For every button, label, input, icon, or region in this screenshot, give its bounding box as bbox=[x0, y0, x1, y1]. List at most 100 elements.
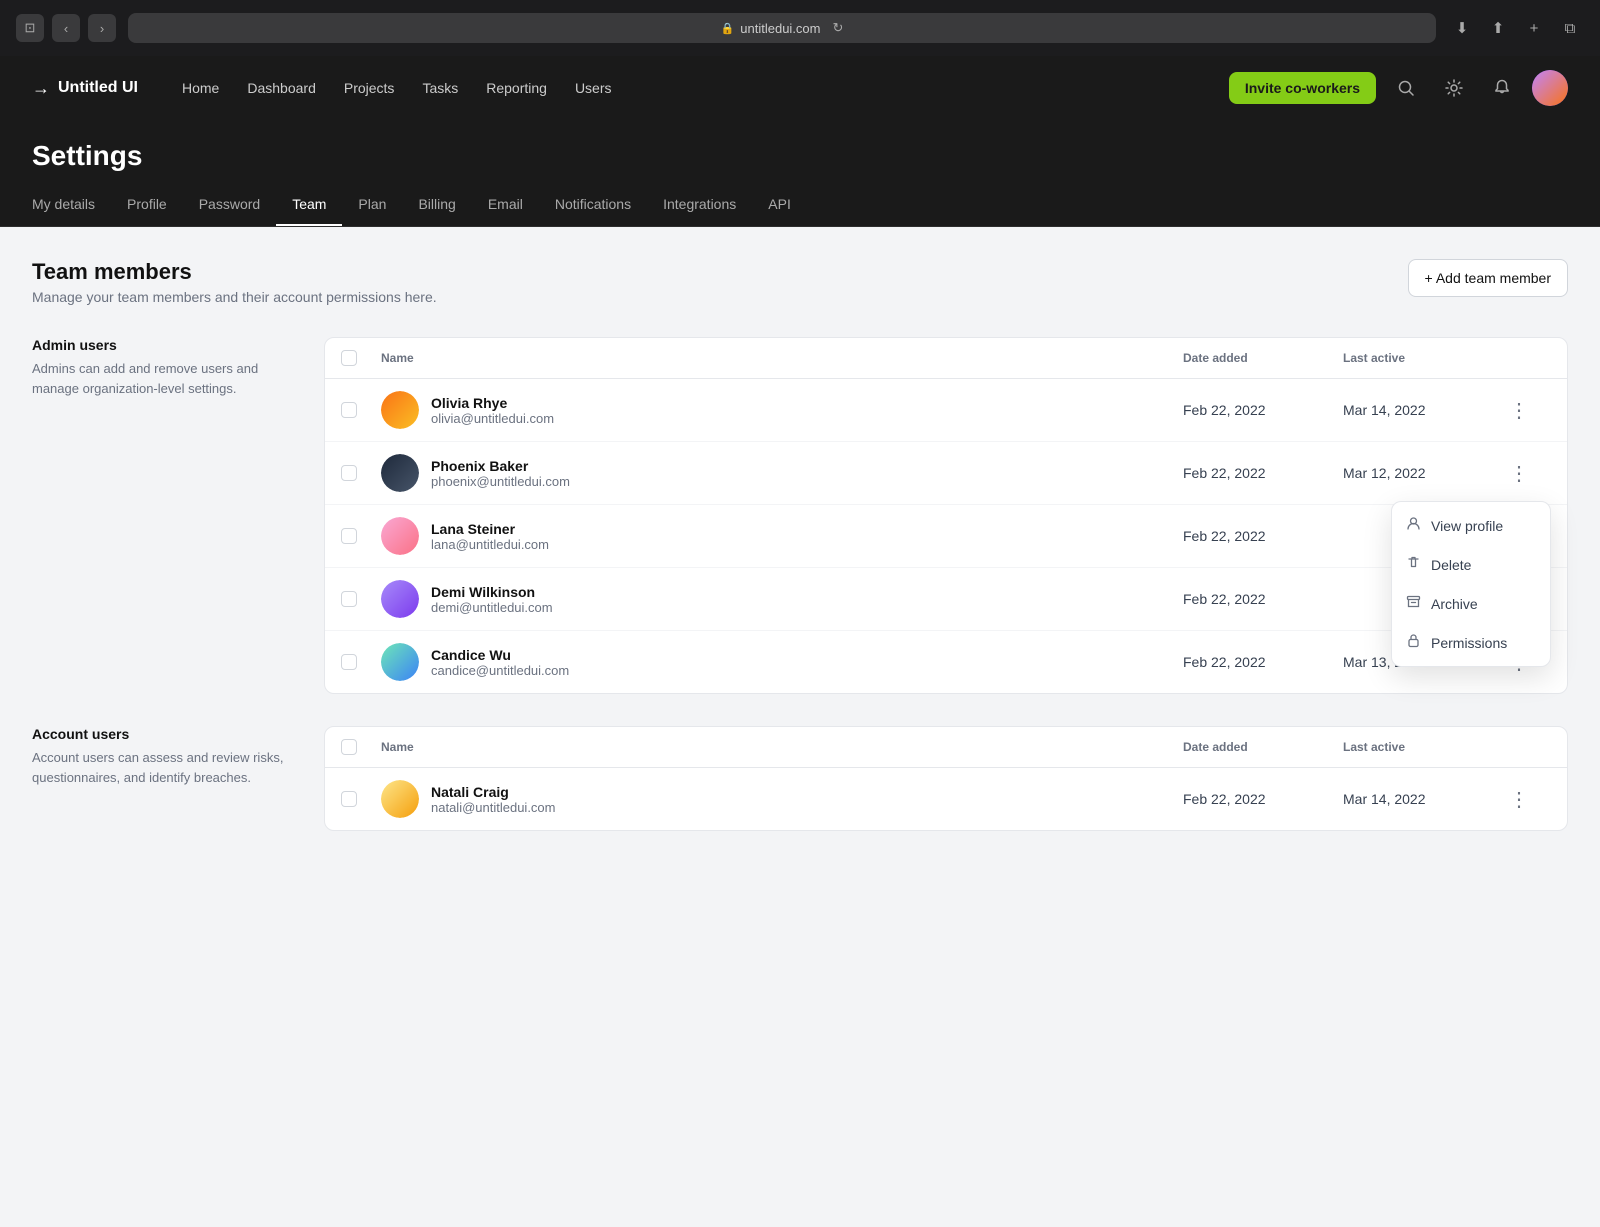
header-checkbox-cell bbox=[341, 350, 381, 366]
settings-nav: My details Profile Password Team Plan Bi… bbox=[32, 184, 1568, 226]
tab-password[interactable]: Password bbox=[183, 184, 276, 226]
invite-coworkers-btn[interactable]: Invite co-workers bbox=[1229, 72, 1376, 104]
avatar[interactable] bbox=[1532, 70, 1568, 106]
nav-reporting[interactable]: Reporting bbox=[474, 72, 559, 104]
date-added-olivia: Feb 22, 2022 bbox=[1183, 402, 1343, 418]
share-btn[interactable]: ⬆ bbox=[1484, 14, 1512, 42]
member-info-lana: Lana Steiner lana@untitledui.com bbox=[381, 517, 1183, 555]
back-btn[interactable]: ‹ bbox=[52, 14, 80, 42]
dropdown-permissions[interactable]: Permissions bbox=[1392, 623, 1550, 662]
nav-dashboard[interactable]: Dashboard bbox=[235, 72, 328, 104]
app-logo[interactable]: → Untitled UI bbox=[32, 78, 138, 99]
last-active-olivia: Mar 14, 2022 bbox=[1343, 402, 1503, 418]
member-email-phoenix: phoenix@untitledui.com bbox=[431, 474, 570, 489]
member-email-demi: demi@untitledui.com bbox=[431, 600, 553, 615]
app-header: → Untitled UI Home Dashboard Projects Ta… bbox=[0, 56, 1600, 120]
admin-table-header: Name Date added Last active bbox=[325, 338, 1567, 379]
row-checkbox-natali[interactable] bbox=[341, 791, 357, 807]
download-btn[interactable]: ⬇ bbox=[1448, 14, 1476, 42]
row-checkbox-lana[interactable] bbox=[341, 528, 357, 544]
member-info-olivia: Olivia Rhye olivia@untitledui.com bbox=[381, 391, 1183, 429]
tab-profile[interactable]: Profile bbox=[111, 184, 183, 226]
logo-arrow-icon: → bbox=[32, 78, 50, 99]
dropdown-archive[interactable]: Archive bbox=[1392, 584, 1550, 623]
more-btn-phoenix[interactable]: ⋮ bbox=[1503, 457, 1535, 489]
row-checkbox-demi[interactable] bbox=[341, 591, 357, 607]
account-label: Account users bbox=[32, 726, 292, 742]
row-checkbox-candice[interactable] bbox=[341, 654, 357, 670]
gear-icon bbox=[1445, 79, 1463, 97]
add-team-member-btn[interactable]: + Add team member bbox=[1408, 259, 1568, 297]
admin-label: Admin users bbox=[32, 337, 292, 353]
table-row: Olivia Rhye olivia@untitledui.com Feb 22… bbox=[325, 379, 1567, 442]
account-table-header: Name Date added Last active bbox=[325, 727, 1567, 768]
dropdown-delete[interactable]: Delete bbox=[1392, 545, 1550, 584]
member-name-phoenix: Phoenix Baker bbox=[431, 458, 570, 474]
admin-table: Name Date added Last active Olivia Rhye … bbox=[324, 337, 1568, 694]
bell-icon bbox=[1493, 79, 1511, 97]
person-icon bbox=[1406, 516, 1421, 535]
search-icon bbox=[1397, 79, 1415, 97]
tab-notifications[interactable]: Notifications bbox=[539, 184, 647, 226]
lock-icon bbox=[1406, 633, 1421, 652]
tab-billing[interactable]: Billing bbox=[402, 184, 471, 226]
settings-title: Settings bbox=[32, 120, 1568, 184]
admin-section: Admin users Admins can add and remove us… bbox=[32, 337, 1568, 694]
sidebar-toggle-btn[interactable]: ⊡ bbox=[16, 14, 44, 42]
more-btn-natali[interactable]: ⋮ bbox=[1503, 783, 1535, 815]
table-row: Phoenix Baker phoenix@untitledui.com Feb… bbox=[325, 442, 1567, 505]
app-nav: Home Dashboard Projects Tasks Reporting … bbox=[170, 72, 1229, 104]
date-added-phoenix: Feb 22, 2022 bbox=[1183, 465, 1343, 481]
header-actions: Invite co-workers bbox=[1229, 70, 1568, 106]
tab-email[interactable]: Email bbox=[472, 184, 539, 226]
new-tab-btn[interactable]: + bbox=[1520, 14, 1548, 42]
member-email-natali: natali@untitledui.com bbox=[431, 800, 555, 815]
tab-plan[interactable]: Plan bbox=[342, 184, 402, 226]
col-name: Name bbox=[381, 351, 1183, 365]
tab-integrations[interactable]: Integrations bbox=[647, 184, 752, 226]
col-name-2: Name bbox=[381, 740, 1183, 754]
row-checkbox-olivia[interactable] bbox=[341, 402, 357, 418]
table-row: Candice Wu candice@untitledui.com Feb 22… bbox=[325, 631, 1567, 693]
main-content: Team members Manage your team members an… bbox=[0, 227, 1600, 1227]
nav-projects[interactable]: Projects bbox=[332, 72, 407, 104]
tabs-btn[interactable]: ⧉ bbox=[1556, 14, 1584, 42]
member-info-phoenix: Phoenix Baker phoenix@untitledui.com bbox=[381, 454, 1183, 492]
avatar-image bbox=[1532, 70, 1568, 106]
reload-btn[interactable]: ↻ bbox=[833, 20, 844, 36]
table-row: Natali Craig natali@untitledui.com Feb 2… bbox=[325, 768, 1567, 830]
lock-icon: 🔒 bbox=[721, 22, 735, 35]
account-section: Account users Account users can assess a… bbox=[32, 726, 1568, 831]
nav-home[interactable]: Home bbox=[170, 72, 231, 104]
tab-team[interactable]: Team bbox=[276, 184, 342, 226]
select-all-checkbox[interactable] bbox=[341, 350, 357, 366]
nav-users[interactable]: Users bbox=[563, 72, 624, 104]
date-added-lana: Feb 22, 2022 bbox=[1183, 528, 1343, 544]
avatar-phoenix bbox=[381, 454, 419, 492]
member-info-demi: Demi Wilkinson demi@untitledui.com bbox=[381, 580, 1183, 618]
account-table: Name Date added Last active Natali Craig… bbox=[324, 726, 1568, 831]
account-section-info: Account users Account users can assess a… bbox=[32, 726, 292, 831]
account-desc: Account users can assess and review risk… bbox=[32, 748, 292, 787]
date-added-natali: Feb 22, 2022 bbox=[1183, 791, 1343, 807]
member-email-candice: candice@untitledui.com bbox=[431, 663, 569, 678]
col-last-active-2: Last active bbox=[1343, 740, 1503, 754]
url-text: untitledui.com bbox=[740, 21, 820, 36]
dropdown-view-profile[interactable]: View profile bbox=[1392, 506, 1550, 545]
trash-icon bbox=[1406, 555, 1421, 574]
avatar-olivia bbox=[381, 391, 419, 429]
nav-tasks[interactable]: Tasks bbox=[410, 72, 470, 104]
member-info-natali: Natali Craig natali@untitledui.com bbox=[381, 780, 1183, 818]
settings-btn[interactable] bbox=[1436, 70, 1472, 106]
forward-btn[interactable]: › bbox=[88, 14, 116, 42]
address-bar[interactable]: 🔒 untitledui.com ↻ bbox=[128, 13, 1436, 43]
delete-label: Delete bbox=[1431, 557, 1471, 573]
tab-api[interactable]: API bbox=[752, 184, 807, 226]
row-checkbox-phoenix[interactable] bbox=[341, 465, 357, 481]
search-btn[interactable] bbox=[1388, 70, 1424, 106]
tab-my-details[interactable]: My details bbox=[32, 184, 111, 226]
more-btn-olivia[interactable]: ⋮ bbox=[1503, 394, 1535, 426]
avatar-candice bbox=[381, 643, 419, 681]
notifications-btn[interactable] bbox=[1484, 70, 1520, 106]
select-all-checkbox-2[interactable] bbox=[341, 739, 357, 755]
